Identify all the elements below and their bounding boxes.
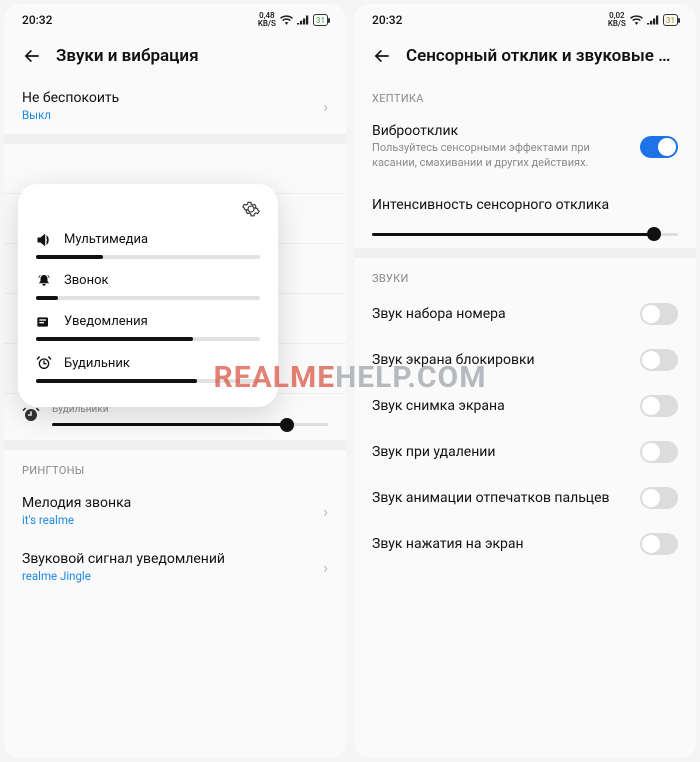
sound-label: Звук набора номера xyxy=(372,306,630,322)
section-ringtones: РИНГТОНЫ xyxy=(4,450,346,483)
row-ringtone[interactable]: Мелодия звонка it's realme › xyxy=(4,483,346,539)
row-haptic-feedback[interactable]: Виброотклик Пользуйтесь сенсорными эффек… xyxy=(354,111,696,183)
notif-sub: realme Jingle xyxy=(22,569,313,583)
sound-label: Звук снимка экрана xyxy=(372,398,630,414)
sound-toggle[interactable] xyxy=(640,441,678,463)
haptic-desc: Пользуйтесь сенсорными эффектами при кас… xyxy=(372,141,630,171)
speaker-icon xyxy=(36,233,54,247)
vol-row-multimedia: Мультимедиа xyxy=(36,232,260,259)
phone-left: 20:32 0,48KB/S 31 Звуки и вибрация Не бе… xyxy=(4,4,346,758)
page-header: Сенсорный отклик и звуковые сигна… xyxy=(354,32,696,78)
chevron-right-icon: › xyxy=(323,97,328,116)
vol-row-alarm: Будильник xyxy=(36,355,260,383)
row-sound-1[interactable]: Звук экрана блокировки xyxy=(354,337,696,383)
notif-title: Звуковой сигнал уведомлений xyxy=(22,551,313,567)
page-header: Звуки и вибрация xyxy=(4,32,346,78)
back-icon[interactable] xyxy=(22,46,42,66)
clock-icon xyxy=(36,355,54,371)
vol-row-ring: Звонок xyxy=(36,273,260,300)
vol-alarm-slider[interactable] xyxy=(36,379,260,383)
sound-label: Звук при удалении xyxy=(372,444,630,460)
page-title: Звуки и вибрация xyxy=(56,46,328,66)
divider xyxy=(4,134,346,144)
gear-icon[interactable] xyxy=(242,200,260,218)
status-time: 20:32 xyxy=(372,13,402,27)
bell-icon xyxy=(36,274,54,288)
row-sound-3[interactable]: Звук при удалении xyxy=(354,429,696,475)
vol-notify-label: Уведомления xyxy=(64,314,148,329)
sound-toggle[interactable] xyxy=(640,349,678,371)
wifi-icon xyxy=(280,15,293,25)
vol-row-notify: Уведомления xyxy=(36,314,260,341)
chevron-right-icon: › xyxy=(323,502,328,521)
dnd-title: Не беспокоить xyxy=(22,90,313,106)
status-rate: 0,48KB/S xyxy=(258,12,276,28)
row-sound-5[interactable]: Звук нажатия на экран xyxy=(354,521,696,567)
sound-toggle[interactable] xyxy=(640,303,678,325)
back-icon[interactable] xyxy=(372,46,392,66)
alarm-slider-thumb[interactable] xyxy=(280,418,294,432)
phone-right: 20:32 0,02KB/S 31 Сенсорный отклик и зву… xyxy=(354,4,696,758)
haptic-title: Виброотклик xyxy=(372,123,630,139)
alarm-slider-fill xyxy=(52,423,287,426)
alarm-slider[interactable] xyxy=(52,423,328,426)
alarm-icon xyxy=(22,406,40,424)
battery-icon: 31 xyxy=(313,14,328,26)
row-haptic-intensity: Интенсивность сенсорного отклика xyxy=(354,183,696,217)
status-time: 20:32 xyxy=(22,13,52,27)
sound-toggle[interactable] xyxy=(640,487,678,509)
signal-icon xyxy=(297,15,309,25)
section-sounds: ЗВУКИ xyxy=(354,258,696,291)
signal-icon xyxy=(647,15,659,25)
sound-label: Звук анимации отпечатков пальцев xyxy=(372,490,630,506)
intensity-slider[interactable] xyxy=(372,233,678,236)
intensity-title: Интенсивность сенсорного отклика xyxy=(372,197,678,213)
vol-alarm-label: Будильник xyxy=(64,356,130,371)
status-rate: 0,02KB/S xyxy=(608,12,626,28)
vol-ring-slider[interactable] xyxy=(36,296,260,300)
vol-multimedia-label: Мультимедиа xyxy=(64,232,148,247)
ringtone-title: Мелодия звонка xyxy=(22,495,313,511)
ringtone-sub: it's realme xyxy=(22,513,313,527)
divider xyxy=(354,248,696,258)
haptic-toggle[interactable] xyxy=(640,136,678,158)
divider xyxy=(4,440,346,450)
vol-ring-label: Звонок xyxy=(64,273,109,288)
wifi-icon xyxy=(630,15,643,25)
row-notification-sound[interactable]: Звуковой сигнал уведомлений realme Jingl… xyxy=(4,539,346,595)
vol-multimedia-slider[interactable] xyxy=(36,255,260,259)
notification-icon xyxy=(36,315,54,329)
row-sound-0[interactable]: Звук набора номера xyxy=(354,291,696,337)
sound-label: Звук нажатия на экран xyxy=(372,536,630,552)
section-haptics: ХЕПТИКА xyxy=(354,78,696,111)
status-bar: 20:32 0,02KB/S 31 xyxy=(354,4,696,32)
dnd-sub: Выкл xyxy=(22,108,313,122)
chevron-right-icon: › xyxy=(323,558,328,577)
status-bar: 20:32 0,48KB/S 31 xyxy=(4,4,346,32)
page-title: Сенсорный отклик и звуковые сигна… xyxy=(406,46,678,66)
sound-label: Звук экрана блокировки xyxy=(372,352,630,368)
sound-toggle[interactable] xyxy=(640,395,678,417)
row-sound-4[interactable]: Звук анимации отпечатков пальцев xyxy=(354,475,696,521)
vol-notify-slider[interactable] xyxy=(36,337,260,341)
sound-toggle[interactable] xyxy=(640,533,678,555)
volume-panel: Мультимедиа Звонок Уведомления xyxy=(18,184,278,407)
row-sound-2[interactable]: Звук снимка экрана xyxy=(354,383,696,429)
intensity-thumb[interactable] xyxy=(647,227,661,241)
row-dnd[interactable]: Не беспокоить Выкл › xyxy=(4,78,346,134)
battery-icon: 31 xyxy=(663,14,678,26)
